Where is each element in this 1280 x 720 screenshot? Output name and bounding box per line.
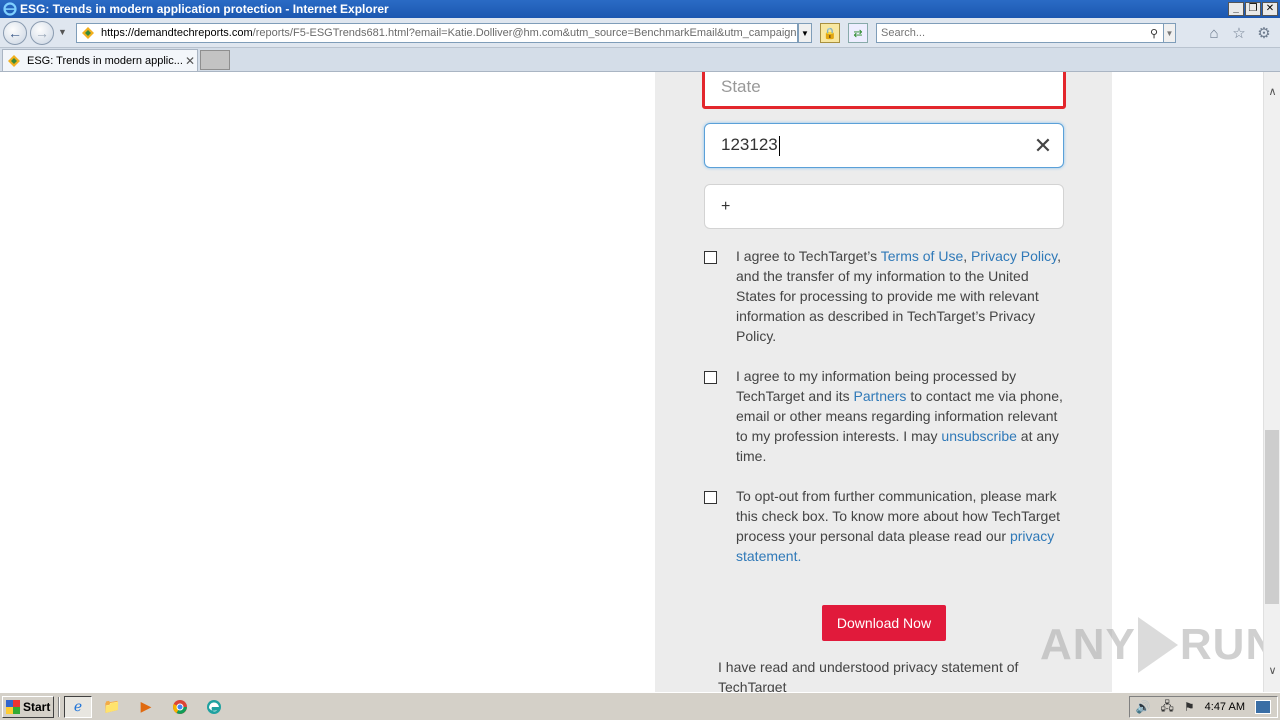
action-center-flag-icon[interactable]: ⚑ [1184,700,1195,714]
tab-bar: ESG: Trends in modern applic... ✕ [0,48,1280,72]
window-title: ESG: Trends in modern application protec… [20,2,389,16]
search-box[interactable]: ⚲ ▼ [876,23,1176,43]
show-desktop-button[interactable] [1255,700,1271,714]
url-host: https://demandtechreports.com [101,27,253,39]
scroll-thumb[interactable] [1265,430,1279,604]
new-tab-button[interactable] [200,50,230,70]
terms-checkbox[interactable] [704,251,717,264]
ie-logo-icon [3,2,17,16]
clock[interactable]: 4:47 AM [1205,701,1245,713]
tab-favicon-icon [8,54,20,67]
url-path: /reports/F5-ESGTrends681.html?email=Kati… [252,27,798,39]
opt-out-consent-text: To opt-out from further communication, p… [736,488,1060,564]
search-icon[interactable]: ⚲ [1145,27,1163,40]
home-icon[interactable]: ⌂ [1205,25,1223,43]
minimize-button[interactable]: _ [1228,2,1244,16]
network-icon[interactable]: 🖧 [1160,697,1173,718]
edge-icon[interactable] [200,696,228,718]
partners-checkbox[interactable] [704,371,717,384]
consent-opt-out: To opt-out from further communication, p… [704,486,1064,566]
address-bar[interactable]: https://demandtechreports.com/reports/F5… [76,23,798,43]
phone-input[interactable]: + [704,184,1064,229]
back-button[interactable]: ← [3,21,27,45]
download-now-button[interactable]: Download Now [822,605,946,641]
close-window-button[interactable]: ✕ [1262,2,1278,16]
zip-code-input[interactable]: 123123 ✕ [704,123,1064,168]
tab-close-icon[interactable]: ✕ [183,54,197,68]
partners-link[interactable]: Partners [854,388,907,404]
terms-of-use-link[interactable]: Terms of Use [881,248,963,264]
navigation-bar: ← → ▼ https://demandtechreports.com/repo… [0,18,1280,48]
privacy-footnote: I have read and understood privacy state… [718,659,1019,692]
refresh-icon[interactable]: ⇄ [848,23,868,43]
scroll-down-icon[interactable]: ∨ [1264,663,1280,680]
phone-prefix: + [721,197,731,215]
settings-gear-icon[interactable]: ⚙ [1255,25,1273,43]
system-tray: 🔊 🖧 ⚑ 4:47 AM [1128,696,1278,718]
clear-input-icon[interactable]: ✕ [1023,133,1063,159]
anyrun-watermark: ANY RUN [1040,617,1263,673]
zip-code-value: 123123 [721,135,778,155]
unsubscribe-link[interactable]: unsubscribe [941,428,1017,444]
consent-terms: I agree to TechTarget’s Terms of Use, Pr… [704,246,1064,346]
consent-partners: I agree to my information being processe… [704,366,1064,466]
search-input[interactable] [881,27,1145,39]
volume-icon[interactable]: 🔊 [1136,700,1151,714]
privacy-policy-link[interactable]: Privacy Policy [971,248,1057,264]
opt-out-checkbox[interactable] [704,491,717,504]
state-field[interactable]: State [702,72,1066,109]
chrome-icon[interactable] [166,696,194,718]
partners-consent-text: I agree to my information being processe… [736,368,1063,464]
ie-taskbar-icon[interactable]: ℯ [64,695,92,718]
state-placeholder: State [721,76,761,96]
tab-title: ESG: Trends in modern applic... [27,54,183,67]
start-label: Start [23,699,51,714]
taskbar: Start ℯ 📁 ▶ 🔊 🖧 ⚑ 4:47 AM [0,692,1280,720]
site-favicon-icon [82,27,94,39]
search-dropdown-icon[interactable]: ▼ [1163,24,1175,42]
vertical-scrollbar[interactable]: ∧ ∨ [1263,72,1280,692]
scroll-up-icon[interactable]: ∧ [1264,84,1280,101]
forward-arrow-icon: → [35,25,49,41]
tab-esg-trends[interactable]: ESG: Trends in modern applic... ✕ [2,49,198,71]
start-button[interactable]: Start [2,695,54,718]
lock-icon[interactable]: 🔒 [820,23,840,43]
media-player-icon[interactable]: ▶ [132,696,160,718]
favorites-star-icon[interactable]: ☆ [1230,25,1248,43]
text-caret [778,135,780,156]
restore-button[interactable]: ❐ [1245,2,1261,16]
page-content: State 123123 ✕ + I agree to TechTarget’s… [0,72,1263,692]
history-dropdown-icon[interactable]: ▼ [58,27,67,37]
windows-flag-icon [6,699,20,714]
registration-form: State 123123 ✕ + I agree to TechTarget’s… [655,72,1112,692]
terms-consent-text: I agree to TechTarget’s Terms of Use, Pr… [736,248,1061,344]
window-title-bar: ESG: Trends in modern application protec… [0,0,1280,18]
back-arrow-icon: ← [8,25,22,41]
explorer-folder-icon[interactable]: 📁 [98,696,126,718]
address-dropdown-button[interactable]: ▼ [798,23,812,43]
forward-button[interactable]: → [30,21,54,45]
play-logo-icon [1137,617,1178,673]
